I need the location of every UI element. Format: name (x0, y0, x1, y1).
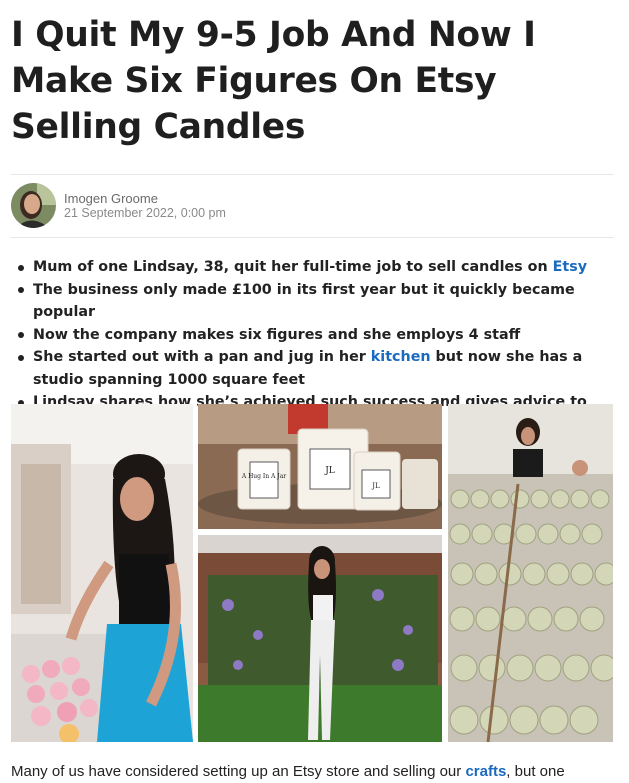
photo-garden[interactable] (198, 535, 442, 742)
candle-label-right: JL (371, 482, 380, 490)
bullet-item: The business only made £100 in its first… (11, 279, 611, 324)
candle-label-left: A Hug In A Jar (241, 473, 286, 480)
article-title: I Quit My 9-5 Job And Now I Make Six Fig… (11, 15, 536, 147)
photo-candle-maker[interactable] (11, 404, 193, 742)
crafts-link[interactable]: crafts (465, 763, 506, 780)
studio-jars-photo-icon (448, 404, 613, 742)
bullet-text: She started out with a pan and jug in he… (33, 349, 371, 365)
kitchen-link[interactable]: kitchen (371, 349, 431, 365)
photo-candle-jars[interactable]: A Hug In A Jar JL JL (198, 404, 442, 529)
bullet-text: Now the company makes six figures and sh… (33, 326, 521, 343)
candle-label-middle: JL (324, 466, 335, 476)
bullet-text: The business only made £100 in its first… (33, 281, 575, 321)
etsy-link[interactable]: Etsy (553, 259, 587, 275)
author-name[interactable]: Imogen Groome (64, 191, 158, 206)
author-avatar[interactable] (11, 183, 56, 228)
paragraph-text: Many of us have considered setting up an… (11, 763, 466, 780)
bullet-item: Now the company makes six figures and sh… (11, 324, 611, 347)
garden-photo-icon (198, 535, 442, 742)
photo-studio-jars[interactable] (448, 404, 613, 742)
divider-top (11, 174, 614, 175)
divider-bottom (11, 237, 614, 238)
bullet-item: Mum of one Lindsay, 38, quit her full-ti… (11, 256, 611, 279)
paragraph-text-cont: , but one (506, 763, 565, 780)
bullet-item: She started out with a pan and jug in he… (11, 346, 611, 391)
candle-jars-photo-icon: A Hug In A Jar JL JL (198, 404, 442, 529)
article-page: I Quit My 9-5 Job And Now I Make Six Fig… (0, 0, 629, 782)
publish-date: 21 September 2022, 0:00 pm (64, 206, 226, 220)
body-paragraph: Many of us have considered setting up an… (11, 761, 621, 783)
candle-maker-photo-icon (11, 404, 193, 742)
bullet-text: Mum of one Lindsay, 38, quit her full-ti… (33, 259, 553, 275)
avatar-photo-icon (11, 183, 56, 228)
